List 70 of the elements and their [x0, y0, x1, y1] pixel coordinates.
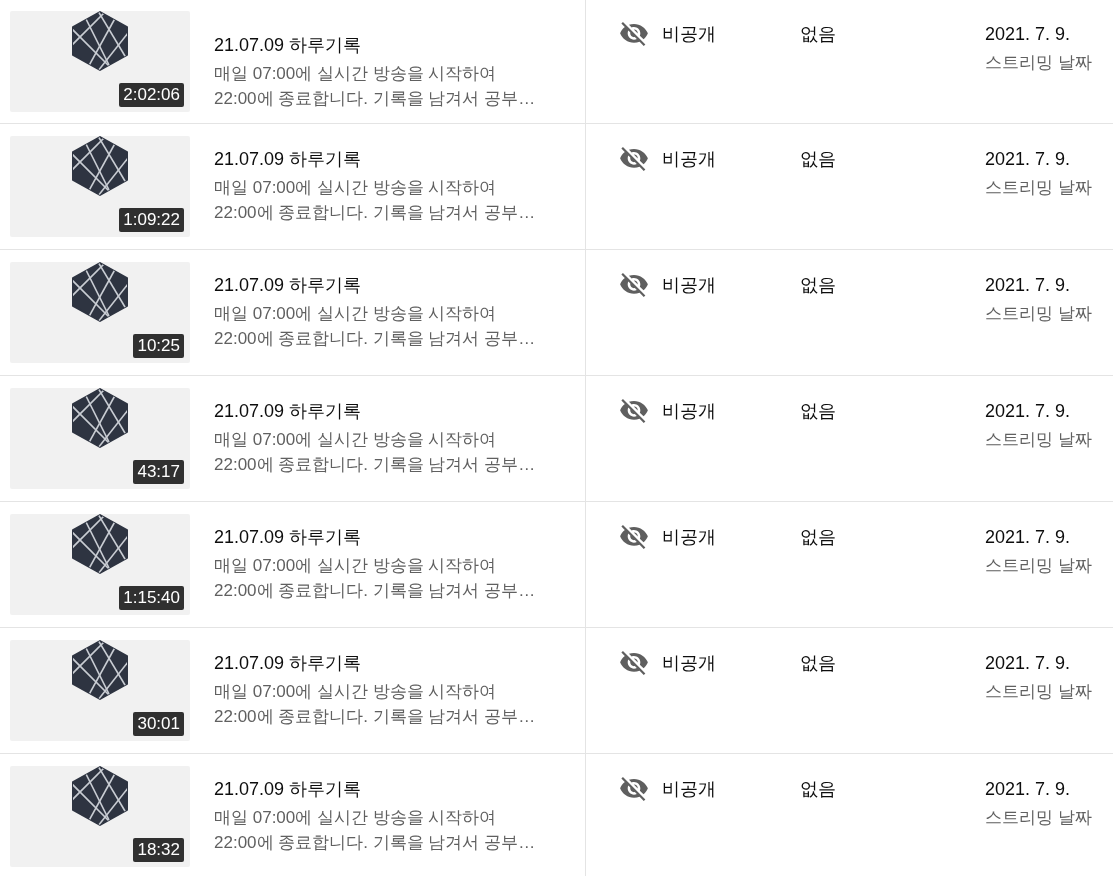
date-type-label: 스트리밍 날짜 [985, 303, 1092, 325]
video-description: 매일 07:00에 실시간 방송을 시작하여 22:00에 종료합니다. 기록을 남겨서 공부… [214, 63, 536, 110]
video-title[interactable]: 21.07.09 하루기록 [214, 525, 362, 549]
date-text: 2021. 7. 9. [985, 274, 1071, 297]
date-text: 2021. 7. 9. [985, 148, 1071, 171]
video-description: 매일 07:00에 실시간 방송을 시작하여 22:00에 종료합니다. 기록을 남겨서 공부… [214, 303, 536, 350]
video-title[interactable]: 21.07.09 하루기록 [214, 777, 362, 801]
video-description: 매일 07:00에 실시간 방송을 시작하여 22:00에 종료합니다. 기록을 남겨서 공부… [214, 429, 536, 476]
restrictions-text: 없음 [800, 779, 836, 799]
video-thumbnail[interactable]: 1:15:40 [10, 514, 190, 615]
video-title[interactable]: 21.07.09 하루기록 [214, 147, 362, 171]
eye-slash-icon [620, 399, 648, 423]
hexagon-icon [72, 640, 128, 700]
video-title[interactable]: 21.07.09 하루기록 [214, 33, 362, 57]
restrictions-text: 없음 [800, 149, 836, 169]
visibility-label: 비공개 [662, 23, 716, 46]
video-thumbnail[interactable]: 43:17 [10, 388, 190, 489]
duration-badge: 18:32 [133, 838, 184, 862]
date-text: 2021. 7. 9. [985, 23, 1071, 46]
restrictions-text: 없음 [800, 653, 836, 673]
hexagon-icon [72, 766, 128, 826]
visibility-label: 비공개 [662, 274, 716, 297]
date-type-label: 스트리밍 날짜 [985, 807, 1092, 829]
duration-badge: 43:17 [133, 460, 184, 484]
hexagon-icon [72, 11, 128, 71]
date-type-label: 스트리밍 날짜 [985, 177, 1092, 199]
video-thumbnail[interactable]: 10:25 [10, 262, 190, 363]
eye-slash-icon [620, 651, 648, 675]
date-type-label: 스트리밍 날짜 [985, 52, 1092, 74]
duration-badge: 30:01 [133, 712, 184, 736]
date-text: 2021. 7. 9. [985, 652, 1071, 675]
video-description: 매일 07:00에 실시간 방송을 시작하여 22:00에 종료합니다. 기록을 남겨서 공부… [214, 555, 536, 602]
video-description: 매일 07:00에 실시간 방송을 시작하여 22:00에 종료합니다. 기록을 남겨서 공부… [214, 807, 536, 854]
hexagon-icon [72, 262, 128, 322]
hexagon-icon [72, 388, 128, 448]
visibility-label: 비공개 [662, 400, 716, 423]
video-title[interactable]: 21.07.09 하루기록 [214, 273, 362, 297]
duration-badge: 1:09:22 [119, 208, 184, 232]
eye-slash-icon [620, 22, 648, 46]
date-text: 2021. 7. 9. [985, 400, 1071, 423]
date-type-label: 스트리밍 날짜 [985, 555, 1092, 577]
duration-badge: 1:15:40 [119, 586, 184, 610]
restrictions-text: 없음 [800, 527, 836, 547]
visibility-label: 비공개 [662, 652, 716, 675]
date-type-label: 스트리밍 날짜 [985, 681, 1092, 703]
video-title[interactable]: 21.07.09 하루기록 [214, 399, 362, 423]
video-thumbnail[interactable]: 30:01 [10, 640, 190, 741]
hexagon-icon [72, 514, 128, 574]
video-thumbnail[interactable]: 18:32 [10, 766, 190, 867]
restrictions-text: 없음 [800, 275, 836, 295]
eye-slash-icon [620, 525, 648, 549]
eye-slash-icon [620, 147, 648, 171]
date-text: 2021. 7. 9. [985, 778, 1071, 801]
video-description: 매일 07:00에 실시간 방송을 시작하여 22:00에 종료합니다. 기록을 남겨서 공부… [214, 681, 536, 728]
video-thumbnail[interactable]: 1:09:22 [10, 136, 190, 237]
duration-badge: 10:25 [133, 334, 184, 358]
hexagon-icon [72, 136, 128, 196]
visibility-label: 비공개 [662, 778, 716, 801]
eye-slash-icon [620, 777, 648, 801]
eye-slash-icon [620, 273, 648, 297]
visibility-label: 비공개 [662, 148, 716, 171]
duration-badge: 2:02:06 [119, 83, 184, 107]
restrictions-text: 없음 [800, 24, 836, 44]
video-title[interactable]: 21.07.09 하루기록 [214, 651, 362, 675]
date-type-label: 스트리밍 날짜 [985, 429, 1092, 451]
video-thumbnail[interactable]: 2:02:06 [10, 11, 190, 112]
video-description: 매일 07:00에 실시간 방송을 시작하여 22:00에 종료합니다. 기록을 남겨서 공부… [214, 177, 536, 224]
date-text: 2021. 7. 9. [985, 526, 1071, 549]
restrictions-text: 없음 [800, 401, 836, 421]
visibility-label: 비공개 [662, 526, 716, 549]
